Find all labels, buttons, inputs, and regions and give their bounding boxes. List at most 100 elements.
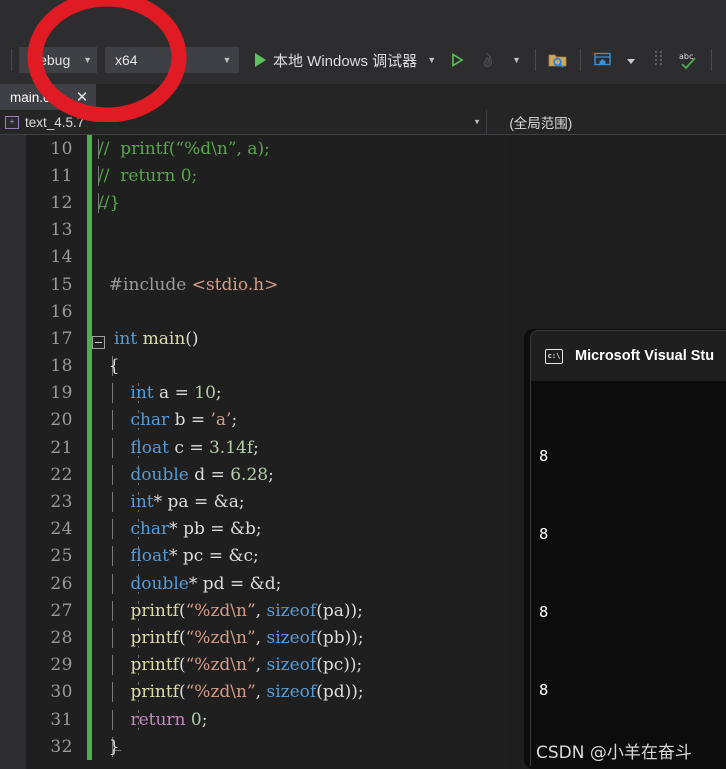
editor-line[interactable]: 23 int* pa = &a; xyxy=(26,488,508,516)
console-title-bar: c:\ Microsoft Visual Stu xyxy=(531,331,726,381)
line-number: 23 xyxy=(50,492,73,513)
solution-configuration-label: Debug xyxy=(29,52,71,68)
code-text[interactable]: { xyxy=(92,356,508,377)
code-text[interactable]: // return 0; xyxy=(92,165,508,186)
editor-line[interactable]: 19 int a = 10; xyxy=(26,379,508,407)
code-text[interactable]: int a = 10; xyxy=(92,383,508,404)
chevron-down-icon[interactable]: ▼ xyxy=(427,55,436,65)
code-text[interactable]: printf(“%zd\n”, sizeof(pb)); xyxy=(92,627,508,648)
code-text[interactable]: double* pd = &d; xyxy=(92,573,508,594)
code-text[interactable]: // printf(“%d\n”, a); xyxy=(92,138,508,159)
solution-platform-combo[interactable]: x64 xyxy=(105,47,215,73)
editor-line[interactable]: 30 printf(“%zd\n”, sizeof(pd)); xyxy=(26,678,508,706)
find-in-files-icon xyxy=(548,54,567,68)
code-token: “%zd\n” xyxy=(185,600,256,621)
line-number: 17 xyxy=(50,328,73,349)
editor-line[interactable]: 18 { xyxy=(26,352,508,380)
tab-label: main.c xyxy=(10,89,50,105)
code-text[interactable]: printf(“%zd\n”, sizeof(pd)); xyxy=(92,682,508,703)
code-tokens: // return 0; xyxy=(98,166,197,186)
hot-reload-button[interactable] xyxy=(472,45,502,75)
line-number: 27 xyxy=(50,600,73,621)
code-text[interactable]: printf(“%zd\n”, sizeof(pc)); xyxy=(92,655,508,676)
editor-line[interactable]: 26 double* pd = &d; xyxy=(26,570,508,598)
code-text[interactable]: char b = ’a’; xyxy=(92,410,508,431)
solution-platform-dropdown-arrow[interactable]: ▼ xyxy=(215,47,239,73)
code-token: ( xyxy=(178,655,186,676)
editor-line[interactable]: 21 float c = 3.14f; xyxy=(26,434,508,462)
preview-window-dropdown[interactable] xyxy=(618,45,644,75)
comment-selection-button[interactable] xyxy=(719,45,726,75)
code-token: = xyxy=(190,410,211,431)
code-token: = xyxy=(189,437,209,458)
code-text[interactable]: float c = 3.14f; xyxy=(92,437,508,458)
code-text[interactable]: //} xyxy=(92,192,508,213)
editor-line[interactable]: 20 char b = ’a’; xyxy=(26,406,508,435)
editor-navigation-bar: + text_4.5.7 ▾ (全局范围) xyxy=(0,110,726,135)
code-tokens: char* pb = &b; xyxy=(98,519,261,540)
solution-configuration-combo[interactable]: Debug ▼ xyxy=(19,47,97,73)
toolbar-separator xyxy=(11,49,12,71)
code-text[interactable]: printf(“%zd\n”, sizeof(pa)); xyxy=(92,600,508,621)
code-token: , xyxy=(255,600,267,621)
editor-line[interactable]: 13 xyxy=(26,216,508,244)
editor-line[interactable]: 22 double d = 6.28; xyxy=(26,461,508,489)
editor-line[interactable]: 24 char* pb = &b; xyxy=(26,515,508,543)
code-token: <stdio.h> xyxy=(191,274,279,295)
code-token: b xyxy=(174,410,191,431)
spell-check-button[interactable]: abc xyxy=(674,45,704,75)
console-output-line: 8 xyxy=(539,681,549,699)
editor-line[interactable]: 28 printf(“%zd\n”, sizeof(pb)); xyxy=(26,624,508,652)
editor-line[interactable]: 14 xyxy=(26,243,508,271)
visual-studio-window: Debug ▼ x64 ▼ 本地 Windows 调试器 ▼ ▼ abc mai… xyxy=(0,0,726,769)
start-without-debugging-button[interactable] xyxy=(442,45,472,75)
code-token: ; xyxy=(201,709,208,730)
toggle-visual-aids-button[interactable] xyxy=(644,45,674,75)
editor-line[interactable]: 29 printf(“%zd\n”, sizeof(pc)); xyxy=(26,651,508,679)
code-text[interactable]: #include <stdio.h> xyxy=(92,275,508,295)
hot-reload-dropdown[interactable]: ▼ xyxy=(502,45,528,75)
editor-line[interactable]: 15 #include <stdio.h> xyxy=(26,270,508,299)
editor-line[interactable]: 16 xyxy=(26,298,508,326)
code-token: printf xyxy=(130,682,179,703)
code-token: 0 xyxy=(190,709,202,730)
start-debugging-button[interactable]: 本地 Windows 调试器 ▼ xyxy=(249,45,442,75)
preview-window-button[interactable] xyxy=(588,45,618,75)
editor-line[interactable]: 25 float* pc = &c; xyxy=(26,542,508,570)
tab-main-c[interactable]: main.c ✕ xyxy=(0,84,97,110)
code-tokens: float* pc = &c; xyxy=(98,546,258,567)
editor-text-area[interactable]: 10 // printf(“%d\n”, a); 11 // return 0; 12 /… xyxy=(26,135,508,769)
code-token: pc xyxy=(182,546,209,567)
find-in-files-button[interactable] xyxy=(543,45,573,75)
editor-line[interactable]: 12 //} xyxy=(26,189,508,217)
document-tab-bar: main.c ✕ xyxy=(0,84,726,110)
scope-label: (全局范围) xyxy=(509,116,573,131)
code-token: sizeof xyxy=(266,682,317,703)
code-text[interactable]: int main() xyxy=(92,329,508,349)
editor-line[interactable]: 27 printf(“%zd\n”, sizeof(pa)); xyxy=(26,597,508,625)
editor-line[interactable]: 31 return 0; xyxy=(26,705,508,734)
chevron-down-icon: ▼ xyxy=(83,54,92,65)
code-token: (pa)); xyxy=(316,600,363,621)
editor-line[interactable]: 17 int main() xyxy=(26,325,508,353)
editor-line[interactable]: 32 } xyxy=(26,733,508,761)
code-text[interactable]: int* pa = &a; xyxy=(92,492,508,513)
editor-line[interactable]: 11 // return 0; xyxy=(26,162,508,190)
code-token: c xyxy=(174,437,190,458)
code-editor[interactable]: 10 // printf(“%d\n”, a); 11 // return 0; 12 /… xyxy=(0,135,508,769)
code-token: * xyxy=(169,519,184,540)
line-number: 10 xyxy=(50,138,73,159)
code-text[interactable]: return 0; xyxy=(92,709,508,730)
code-text[interactable]: char* pb = &b; xyxy=(92,519,508,540)
code-text[interactable]: float* pc = &c; xyxy=(92,546,508,567)
code-text[interactable]: } xyxy=(92,736,508,757)
project-selector-combo[interactable]: + text_4.5.7 ▾ xyxy=(0,110,487,134)
close-icon[interactable]: ✕ xyxy=(76,90,89,105)
scope-selector-combo[interactable]: (全局范围) xyxy=(487,110,726,134)
code-tokens: char b = ’a’; xyxy=(98,410,237,430)
line-number: 25 xyxy=(50,546,73,567)
chevron-down-icon: ▼ xyxy=(512,55,522,65)
editor-line[interactable]: 10 // printf(“%d\n”, a); xyxy=(26,135,508,163)
code-text[interactable]: double d = 6.28; xyxy=(92,464,508,485)
console-window[interactable]: c:\ Microsoft Visual Stu 8 8 8 8 E:\code… xyxy=(530,330,726,766)
